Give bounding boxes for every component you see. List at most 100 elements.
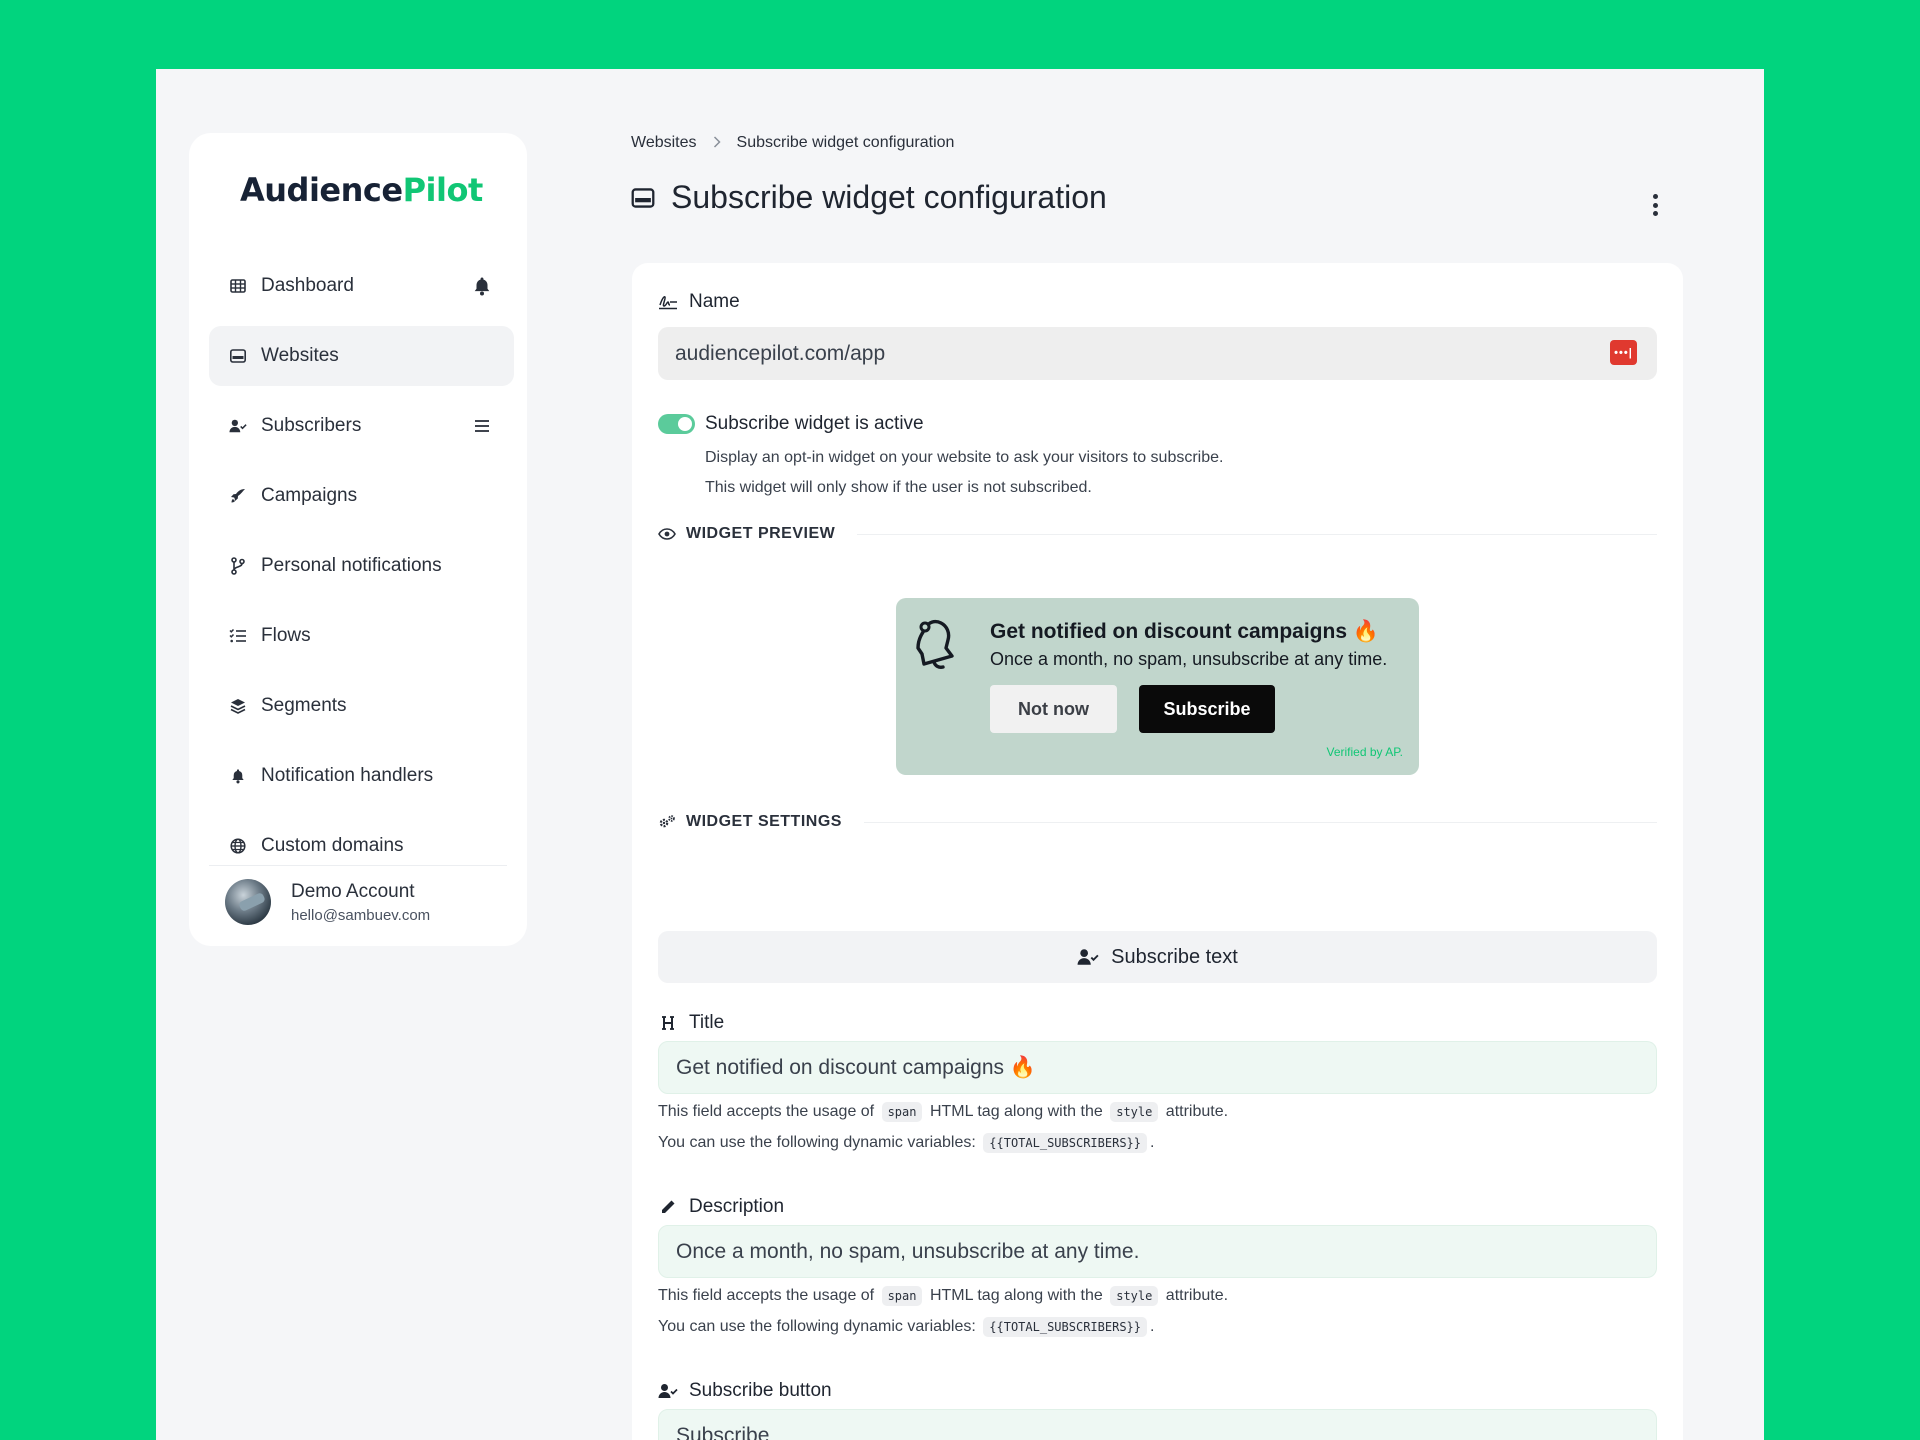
widget-active-label: Subscribe widget is active bbox=[705, 413, 924, 434]
config-card: Name audiencepilot.com/app •••| Subscrib… bbox=[632, 263, 1683, 1440]
brand-logo[interactable]: AudiencePilot bbox=[240, 171, 483, 209]
bell-icon bbox=[229, 767, 247, 785]
sidebar-item-notification-handlers[interactable]: Notification handlers bbox=[209, 746, 514, 806]
help-text: . bbox=[1150, 1134, 1155, 1151]
help-var-code: {{TOTAL_SUBSCRIBERS}} bbox=[983, 1133, 1147, 1153]
websites-icon bbox=[229, 347, 247, 365]
help-text: You can use the following dynamic variab… bbox=[658, 1134, 976, 1151]
page-header: Subscribe widget configuration bbox=[631, 179, 1107, 216]
help-text: HTML tag along with the bbox=[929, 1287, 1103, 1304]
section-divider bbox=[857, 533, 1657, 535]
help-attr-code: style bbox=[1110, 1102, 1159, 1122]
sidebar: AudiencePilot Dashboard Websites Subscri… bbox=[189, 133, 527, 946]
sidebar-item-dashboard[interactable]: Dashboard bbox=[209, 256, 514, 316]
user-check-icon bbox=[229, 417, 247, 435]
help-text: . bbox=[1150, 1318, 1155, 1335]
subscribe-button-label: Subscribe button bbox=[658, 1380, 832, 1402]
bell-outline-icon bbox=[916, 618, 966, 670]
sidebar-item-label: Flows bbox=[261, 625, 311, 646]
eye-icon bbox=[658, 525, 676, 543]
title-input-value: Get notified on discount campaigns 🔥 bbox=[676, 1055, 1037, 1079]
description-label: Description bbox=[658, 1196, 784, 1218]
help-text: You can use the following dynamic variab… bbox=[658, 1318, 976, 1335]
brand-logo-part2: Pilot bbox=[402, 171, 484, 209]
sidebar-item-flows[interactable]: Flows bbox=[209, 606, 514, 666]
preview-description: Once a month, no spam, unsubscribe at an… bbox=[990, 649, 1388, 669]
title-label: Title bbox=[658, 1012, 724, 1034]
user-check-icon bbox=[1077, 947, 1099, 967]
list-check-icon bbox=[229, 627, 247, 645]
password-manager-icon[interactable]: •••| bbox=[1610, 340, 1637, 365]
page-title: Subscribe widget configuration bbox=[671, 179, 1107, 215]
help-text: This field accepts the usage of bbox=[658, 1103, 875, 1120]
title-input[interactable]: Get notified on discount campaigns 🔥 bbox=[658, 1041, 1657, 1094]
account-name: Demo Account bbox=[291, 880, 415, 902]
brand-logo-part1: Audience bbox=[240, 171, 403, 209]
sidebar-item-label: Segments bbox=[261, 695, 347, 716]
widget-settings-heading-text: WIDGET SETTINGS bbox=[686, 813, 842, 830]
user-check-icon bbox=[658, 1381, 678, 1401]
subscribe-button-label-text: Subscribe button bbox=[689, 1380, 832, 1401]
toggle-help-line-2: This widget will only show if the user i… bbox=[705, 479, 1092, 496]
sidebar-item-campaigns[interactable]: Campaigns bbox=[209, 466, 514, 526]
sidebar-item-personal-notifications[interactable]: Personal notifications bbox=[209, 536, 514, 596]
widget-active-toggle[interactable] bbox=[658, 414, 695, 434]
heading-icon bbox=[658, 1013, 678, 1033]
help-text: attribute. bbox=[1165, 1103, 1229, 1120]
table-icon bbox=[229, 277, 247, 295]
help-var-code: {{TOTAL_SUBSCRIBERS}} bbox=[983, 1317, 1147, 1337]
tab-subscribe-text[interactable]: Subscribe text bbox=[658, 931, 1657, 983]
not-now-button[interactable]: Not now bbox=[990, 685, 1117, 733]
sidebar-item-custom-domains[interactable]: Custom domains bbox=[209, 816, 514, 876]
help-tag-code: span bbox=[881, 1102, 923, 1122]
sidebar-item-segments[interactable]: Segments bbox=[209, 676, 514, 736]
chevron-right-icon bbox=[713, 135, 721, 151]
description-label-text: Description bbox=[689, 1196, 785, 1217]
app-frame: AudiencePilot Dashboard Websites Subscri… bbox=[156, 69, 1764, 1440]
signature-icon bbox=[658, 292, 678, 312]
name-input[interactable]: audiencepilot.com/app •••| bbox=[658, 327, 1657, 380]
globe-icon bbox=[229, 837, 247, 855]
sidebar-item-label: Websites bbox=[261, 345, 339, 366]
subscribe-button[interactable]: Subscribe bbox=[1139, 685, 1275, 733]
more-options-icon[interactable] bbox=[1650, 194, 1660, 216]
avatar bbox=[225, 879, 271, 925]
websites-icon bbox=[631, 187, 655, 208]
sidebar-item-websites[interactable]: Websites bbox=[209, 326, 514, 386]
breadcrumb: Websites Subscribe widget configuration bbox=[631, 134, 954, 152]
verified-badge: Verified by AP. bbox=[1326, 745, 1404, 759]
pencil-icon bbox=[658, 1197, 678, 1217]
description-input[interactable]: Once a month, no spam, unsubscribe at an… bbox=[658, 1225, 1657, 1278]
preview-title: Get notified on discount campaigns 🔥 bbox=[990, 620, 1380, 643]
bell-icon[interactable] bbox=[472, 276, 492, 296]
help-text: attribute. bbox=[1165, 1287, 1229, 1304]
sidebar-item-label: Custom domains bbox=[261, 835, 404, 856]
gears-icon bbox=[658, 813, 676, 831]
title-help-line-1: This field accepts the usage of span HTM… bbox=[658, 1102, 1229, 1122]
sidebar-divider bbox=[209, 865, 507, 866]
toggle-help-line-1: Display an opt-in widget on your website… bbox=[705, 449, 1224, 466]
sidebar-item-label: Notification handlers bbox=[261, 765, 434, 786]
sidebar-item-subscribers[interactable]: Subscribers bbox=[209, 396, 514, 456]
breadcrumb-current: Subscribe widget configuration bbox=[736, 134, 955, 151]
breadcrumb-parent-link[interactable]: Websites bbox=[631, 134, 697, 152]
sidebar-item-label: Subscribers bbox=[261, 415, 362, 436]
tab-subscribe-text-label: Subscribe text bbox=[1111, 945, 1238, 968]
help-text: HTML tag along with the bbox=[929, 1103, 1103, 1120]
subscribe-button-input[interactable]: Subscribe bbox=[658, 1409, 1657, 1440]
title-label-text: Title bbox=[689, 1012, 725, 1033]
title-help-line-2: You can use the following dynamic variab… bbox=[658, 1133, 1155, 1153]
account-email: hello@sambuev.com bbox=[291, 906, 431, 924]
menu-icon[interactable] bbox=[472, 416, 492, 436]
widget-settings-heading: WIDGET SETTINGS bbox=[658, 813, 1657, 831]
rocket-icon bbox=[229, 487, 247, 505]
help-tag-code: span bbox=[881, 1286, 923, 1306]
help-attr-code: style bbox=[1110, 1286, 1159, 1306]
name-input-value: audiencepilot.com/app bbox=[675, 341, 886, 365]
account-menu[interactable]: Demo Account hello@sambuev.com bbox=[225, 879, 430, 925]
widget-preview-heading: WIDGET PREVIEW bbox=[658, 525, 1657, 543]
sidebar-nav: Dashboard Websites Subscribers Campaigns… bbox=[209, 256, 514, 886]
sidebar-item-label: Dashboard bbox=[261, 275, 354, 296]
widget-preview-heading-text: WIDGET PREVIEW bbox=[686, 525, 836, 542]
description-help-line-2: You can use the following dynamic variab… bbox=[658, 1317, 1155, 1337]
